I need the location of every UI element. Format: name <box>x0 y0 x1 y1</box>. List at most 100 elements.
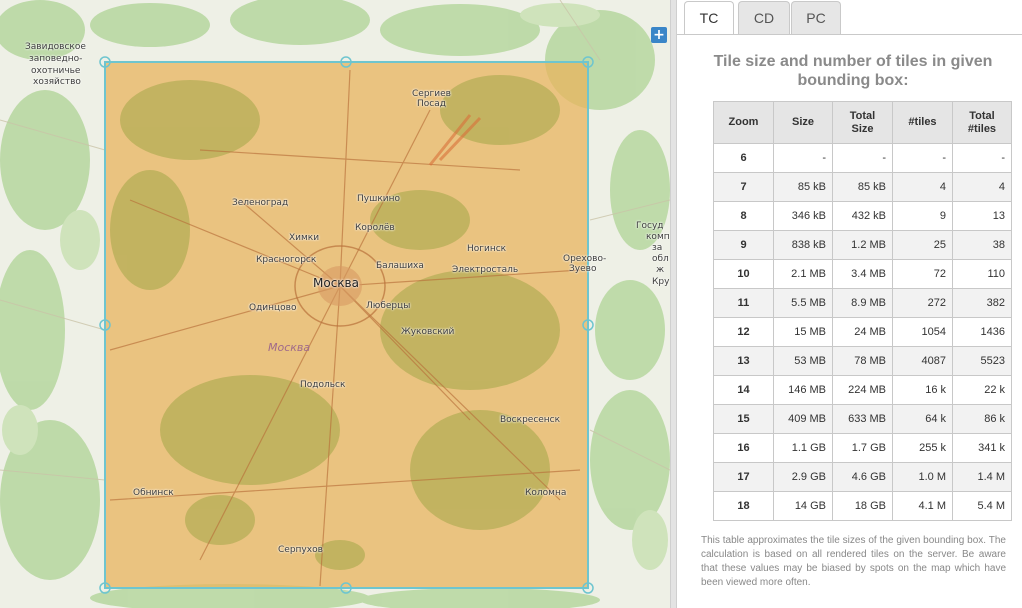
cell-tiles: 64 k <box>892 404 953 434</box>
cell-total-size: 1.2 MB <box>832 230 893 260</box>
cell-total-size: - <box>832 143 893 173</box>
table-row: 18 14 GB 18 GB 4.1 M 5.4 M <box>713 491 1012 521</box>
map-label-gosud: Госуд <box>636 221 664 231</box>
cell-zoom: 8 <box>713 201 774 231</box>
cell-size: 1.1 GB <box>773 433 833 463</box>
cell-total-size: 432 kB <box>832 201 893 231</box>
cell-size: 15 MB <box>773 317 833 347</box>
cell-size: 409 MB <box>773 404 833 434</box>
cell-size: 346 kB <box>773 201 833 231</box>
city-label-odintsovo: Одинцово <box>249 303 297 313</box>
cell-total-tiles: 13 <box>952 201 1012 231</box>
map-label-za: за <box>652 243 663 253</box>
cell-tiles: 255 k <box>892 433 953 463</box>
cell-size: 838 kB <box>773 230 833 260</box>
cell-zoom: 16 <box>713 433 774 463</box>
cell-size: 53 MB <box>773 346 833 376</box>
cell-total-tiles: 4 <box>952 172 1012 202</box>
cell-tiles: 72 <box>892 259 953 289</box>
city-label-balashikha: Балашиха <box>376 261 424 271</box>
cell-total-tiles: 1436 <box>952 317 1012 347</box>
cell-total-size: 633 MB <box>832 404 893 434</box>
city-label-zavidovskoe-3: охотничье <box>31 66 81 76</box>
cell-tiles: 4087 <box>892 346 953 376</box>
cell-size: 85 kB <box>773 172 833 202</box>
cell-total-size: 78 MB <box>832 346 893 376</box>
table-note: This table approximates the tile sizes o… <box>701 535 1006 588</box>
cell-total-size: 1.7 GB <box>832 433 893 463</box>
city-label-moskva: Москва <box>313 276 359 290</box>
cell-tiles: 4 <box>892 172 953 202</box>
table-row: 11 5.5 MB 8.9 MB 272 382 <box>713 288 1012 318</box>
header-total-tiles: Total #tiles <box>952 101 1012 144</box>
zoom-in-button[interactable]: + <box>651 27 667 43</box>
cell-total-tiles: 341 k <box>952 433 1012 463</box>
city-label-zavidovskoe: Завидовское <box>25 42 86 52</box>
cell-tiles: 1054 <box>892 317 953 347</box>
city-label-obninsk: Обнинск <box>133 488 174 498</box>
map-view[interactable]: + Завидовское заповедно- охотничье хозяй… <box>0 0 670 608</box>
cell-total-tiles: 22 k <box>952 375 1012 405</box>
city-label-voskresensk: Воскресенск <box>500 415 561 425</box>
header-zoom: Zoom <box>713 101 774 144</box>
table-row: 6 - - - - <box>713 143 1012 173</box>
cell-total-size: 3.4 MB <box>832 259 893 289</box>
table-row: 16 1.1 GB 1.7 GB 255 k 341 k <box>713 433 1012 463</box>
cell-tiles: 25 <box>892 230 953 260</box>
tile-size-table: Zoom Size Total Size #tiles Total #tiles… <box>713 101 1012 521</box>
cell-zoom: 18 <box>713 491 774 521</box>
map-label-zh: ж <box>656 265 665 275</box>
city-label-zuevo: Зуево <box>569 264 597 274</box>
cell-zoom: 10 <box>713 259 774 289</box>
table-row: 8 346 kB 432 kB 9 13 <box>713 201 1012 231</box>
side-panel: TC CD PC Tile size and number of tiles i… <box>677 0 1022 608</box>
city-label-zhukovsky: Жуковский <box>401 327 455 337</box>
cell-total-tiles: 86 k <box>952 404 1012 434</box>
table-row: 12 15 MB 24 MB 1054 1436 <box>713 317 1012 347</box>
cell-zoom: 15 <box>713 404 774 434</box>
table-row: 10 2.1 MB 3.4 MB 72 110 <box>713 259 1012 289</box>
tab-tc[interactable]: TC <box>684 1 734 35</box>
cell-zoom: 14 <box>713 375 774 405</box>
city-label-zavidovskoe-4: хозяйство <box>33 77 81 87</box>
cell-zoom: 6 <box>713 143 774 173</box>
table-row: 13 53 MB 78 MB 4087 5523 <box>713 346 1012 376</box>
table-header-row: Zoom Size Total Size #tiles Total #tiles <box>713 101 1012 144</box>
cell-zoom: 9 <box>713 230 774 260</box>
city-label-posad: Посад <box>417 99 446 109</box>
table-row: 17 2.9 GB 4.6 GB 1.0 M 1.4 M <box>713 462 1012 492</box>
cell-size: 2.9 GB <box>773 462 833 492</box>
cell-size: 14 GB <box>773 491 833 521</box>
header-total-size: Total Size <box>832 101 893 144</box>
map-tiles <box>0 0 670 608</box>
city-label-krasnogorsk: Красногорск <box>256 255 317 265</box>
table-row: 14 146 MB 224 MB 16 k 22 k <box>713 375 1012 405</box>
cell-total-size: 4.6 GB <box>832 462 893 492</box>
cell-total-size: 8.9 MB <box>832 288 893 318</box>
cell-zoom: 13 <box>713 346 774 376</box>
city-label-lyubertsy: Люберцы <box>366 301 411 311</box>
tab-pc[interactable]: PC <box>791 1 841 34</box>
city-label-kolomna: Коломна <box>525 488 567 498</box>
cell-zoom: 12 <box>713 317 774 347</box>
cell-total-size: 24 MB <box>832 317 893 347</box>
cell-total-tiles: 110 <box>952 259 1012 289</box>
table-row: 9 838 kB 1.2 MB 25 38 <box>713 230 1012 260</box>
city-label-elektrostal: Электросталь <box>452 265 519 275</box>
header-tiles: #tiles <box>892 101 953 144</box>
city-label-noginsk: Ногинск <box>467 244 507 254</box>
cell-size: - <box>773 143 833 173</box>
cell-tiles: - <box>892 143 953 173</box>
panel-splitter[interactable] <box>670 0 677 608</box>
city-label-serpukhov: Серпухов <box>278 545 323 555</box>
cell-tiles: 9 <box>892 201 953 231</box>
header-size: Size <box>773 101 833 144</box>
tab-cd[interactable]: CD <box>738 1 790 34</box>
cell-size: 146 MB <box>773 375 833 405</box>
map-label-komp: комп <box>646 232 670 242</box>
map-label-obl: обл <box>652 254 669 264</box>
panel-title: Tile size and number of tiles in given b… <box>713 53 993 89</box>
cell-zoom: 7 <box>713 172 774 202</box>
cell-zoom: 17 <box>713 462 774 492</box>
city-label-zelenograd: Зеленоград <box>232 198 289 208</box>
